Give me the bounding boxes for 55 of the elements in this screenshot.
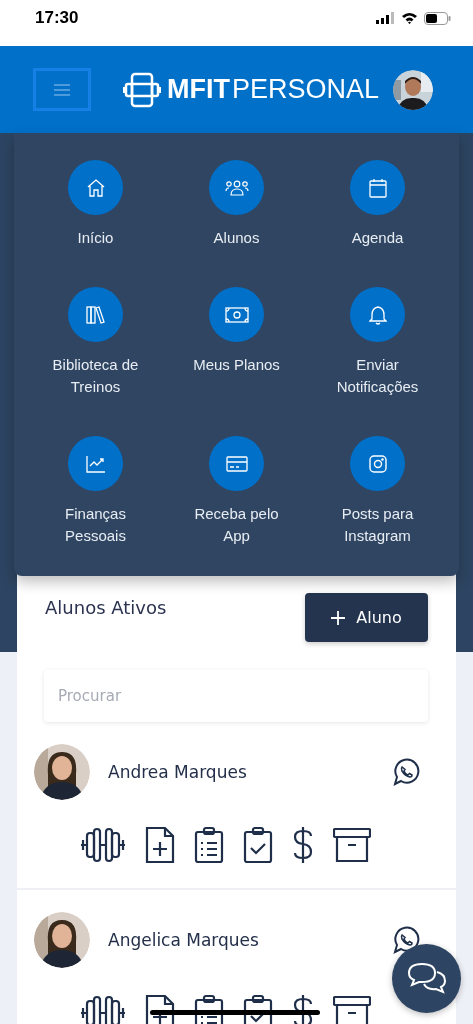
banknote-icon bbox=[224, 306, 249, 323]
menu-label[interactable]: Finanças Pessoais bbox=[42, 503, 149, 547]
dollar-icon[interactable] bbox=[292, 826, 314, 864]
books-icon bbox=[85, 304, 106, 325]
people-icon bbox=[224, 178, 249, 197]
add-file-icon[interactable] bbox=[145, 994, 175, 1024]
student-name[interactable]: Andrea Marques bbox=[108, 762, 392, 782]
archive-icon[interactable] bbox=[333, 995, 371, 1024]
menu-calendar-button[interactable] bbox=[350, 160, 405, 215]
clipboard-list-icon[interactable] bbox=[194, 826, 224, 864]
archive-icon[interactable] bbox=[333, 827, 371, 863]
menu-chart-button[interactable] bbox=[68, 436, 123, 491]
logo-text: PERSONAL bbox=[232, 74, 380, 105]
menu-label[interactable]: Enviar Notificações bbox=[324, 354, 431, 398]
whatsapp-icon[interactable] bbox=[392, 758, 420, 786]
status-time: 17:30 bbox=[35, 8, 79, 28]
menu-label[interactable]: Agenda bbox=[351, 227, 404, 249]
search-field[interactable]: Procurar bbox=[44, 670, 428, 722]
menu-label[interactable]: Biblioteca de Treinos bbox=[42, 354, 149, 398]
bell-icon bbox=[368, 304, 387, 325]
menu-books-button[interactable] bbox=[68, 287, 123, 342]
clipboard-check-icon[interactable] bbox=[243, 826, 273, 864]
menu-label[interactable]: Receba pelo App bbox=[183, 503, 290, 547]
logo-text: MFIT bbox=[167, 74, 230, 105]
whatsapp-icon[interactable] bbox=[392, 926, 420, 954]
credit-card-icon bbox=[225, 455, 248, 472]
menu-people-button[interactable] bbox=[209, 160, 264, 215]
calendar-icon bbox=[368, 177, 387, 198]
menu-label[interactable]: Início bbox=[77, 227, 114, 249]
clipboard-check-icon[interactable] bbox=[243, 994, 273, 1024]
menu-camera-button[interactable] bbox=[350, 436, 405, 491]
menu-money-button[interactable] bbox=[209, 287, 264, 342]
menu-card-button[interactable] bbox=[209, 436, 264, 491]
home-icon bbox=[85, 177, 106, 198]
signal-icon bbox=[376, 12, 395, 24]
add-student-button[interactable]: Aluno bbox=[305, 593, 428, 642]
chat-icon bbox=[406, 961, 447, 996]
menu-icon bbox=[54, 83, 70, 96]
menu-bell-button[interactable] bbox=[350, 287, 405, 342]
battery-icon bbox=[424, 11, 451, 25]
panel-title: Alunos Ativos bbox=[45, 597, 167, 620]
camera-icon bbox=[368, 454, 387, 473]
dumbbell-icon[interactable] bbox=[80, 995, 126, 1024]
menu-home-button[interactable] bbox=[68, 160, 123, 215]
dollar-icon[interactable] bbox=[292, 994, 314, 1024]
dumbbell-logo-icon bbox=[123, 71, 161, 108]
add-file-icon[interactable] bbox=[145, 826, 175, 864]
menu-label[interactable]: Meus Planos bbox=[193, 354, 280, 376]
plus-icon bbox=[331, 610, 346, 625]
menu-label[interactable]: Alunos bbox=[213, 227, 260, 249]
menu-label[interactable]: Posts para Instagram bbox=[324, 503, 431, 547]
student-name[interactable]: Angelica Marques bbox=[108, 930, 392, 950]
dumbbell-icon[interactable] bbox=[80, 827, 126, 863]
chart-icon bbox=[85, 454, 106, 473]
wifi-icon bbox=[401, 12, 418, 24]
